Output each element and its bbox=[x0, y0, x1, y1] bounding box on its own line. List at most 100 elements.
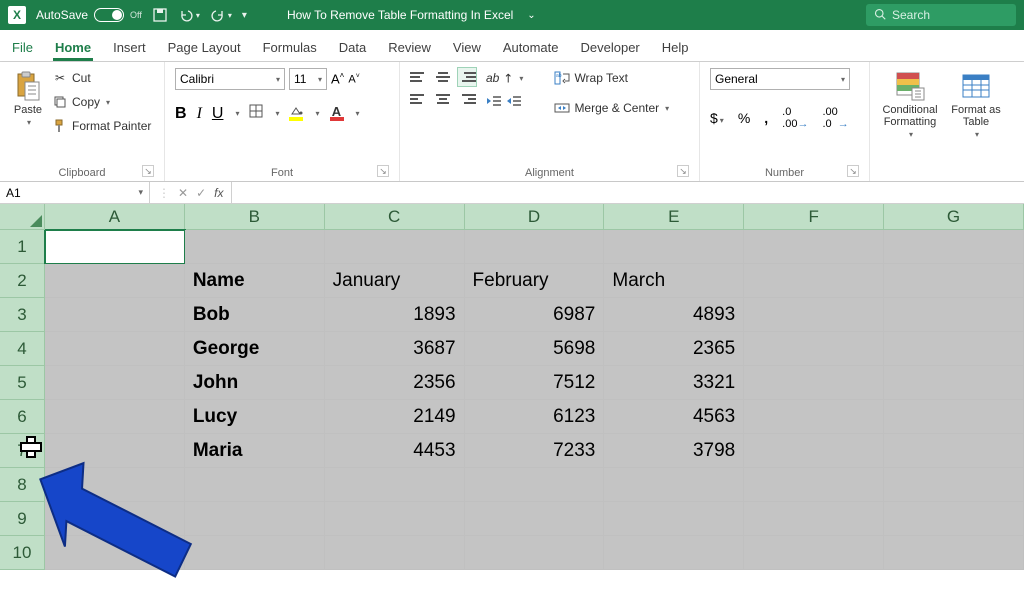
align-center-button[interactable] bbox=[434, 90, 452, 108]
align-bottom-button[interactable] bbox=[458, 68, 476, 86]
cell[interactable] bbox=[884, 366, 1024, 400]
column-header-b[interactable]: B bbox=[185, 204, 325, 230]
cell[interactable]: 3687 bbox=[325, 332, 465, 366]
tab-formulas[interactable]: Formulas bbox=[261, 34, 319, 61]
cell[interactable]: February bbox=[465, 264, 605, 298]
cell[interactable] bbox=[884, 536, 1024, 570]
decrease-decimal-button[interactable]: .00.0→ bbox=[822, 106, 848, 130]
font-size-select[interactable]: 11 ▾ bbox=[289, 68, 327, 90]
title-dropdown-icon[interactable]: ⌄ bbox=[527, 10, 535, 21]
fx-icon[interactable]: fx bbox=[214, 186, 223, 200]
cell[interactable] bbox=[604, 536, 744, 570]
paste-button[interactable]: Paste ▾ bbox=[10, 68, 46, 129]
cell[interactable]: 7512 bbox=[465, 366, 605, 400]
row-header-6[interactable]: 6 bbox=[0, 400, 45, 434]
undo-icon[interactable]: ▾ bbox=[178, 7, 200, 23]
tab-automate[interactable]: Automate bbox=[501, 34, 561, 61]
name-box[interactable]: A1 ▾ bbox=[0, 182, 150, 203]
align-middle-button[interactable] bbox=[434, 68, 452, 86]
enter-formula-button[interactable]: ✓ bbox=[196, 186, 206, 200]
align-top-button[interactable] bbox=[410, 68, 428, 86]
row-header-10[interactable]: 10 bbox=[0, 536, 45, 570]
search-box[interactable]: Search bbox=[866, 4, 1016, 26]
number-format-select[interactable]: General ▾ bbox=[710, 68, 850, 90]
clipboard-launcher-icon[interactable]: ↘ bbox=[142, 165, 154, 177]
column-header-a[interactable]: A bbox=[45, 204, 185, 230]
percent-format-button[interactable]: % bbox=[738, 110, 750, 126]
column-header-f[interactable]: F bbox=[744, 204, 884, 230]
increase-font-icon[interactable]: A˄ bbox=[331, 71, 344, 86]
cell[interactable] bbox=[884, 298, 1024, 332]
formula-input[interactable] bbox=[232, 182, 1024, 203]
cell[interactable] bbox=[45, 298, 185, 332]
cell[interactable] bbox=[884, 332, 1024, 366]
tab-page-layout[interactable]: Page Layout bbox=[166, 34, 243, 61]
copy-button[interactable]: Copy ▾ bbox=[52, 92, 151, 112]
accounting-format-button[interactable]: $▾ bbox=[710, 110, 724, 126]
cell[interactable]: John bbox=[185, 366, 325, 400]
font-launcher-icon[interactable]: ↘ bbox=[377, 165, 389, 177]
cell-a1[interactable] bbox=[45, 230, 185, 264]
borders-button[interactable] bbox=[249, 104, 263, 123]
column-header-c[interactable]: C bbox=[325, 204, 465, 230]
cell[interactable] bbox=[45, 366, 185, 400]
cell[interactable]: Lucy bbox=[185, 400, 325, 434]
tab-developer[interactable]: Developer bbox=[579, 34, 642, 61]
number-launcher-icon[interactable]: ↘ bbox=[847, 165, 859, 177]
conditional-formatting-button[interactable]: Conditional Formatting ▾ bbox=[880, 68, 940, 141]
tab-home[interactable]: Home bbox=[53, 34, 93, 61]
cut-button[interactable]: ✂ Cut bbox=[52, 68, 151, 88]
cell[interactable]: Maria bbox=[185, 434, 325, 468]
chevron-down-icon[interactable]: ▾ bbox=[356, 109, 360, 118]
font-name-select[interactable]: Calibri ▾ bbox=[175, 68, 285, 90]
cell[interactable] bbox=[744, 366, 884, 400]
cell[interactable]: March bbox=[604, 264, 744, 298]
cell[interactable] bbox=[884, 468, 1024, 502]
cell[interactable] bbox=[325, 230, 465, 264]
column-header-e[interactable]: E bbox=[604, 204, 744, 230]
cell[interactable]: 2149 bbox=[325, 400, 465, 434]
cell[interactable] bbox=[185, 230, 325, 264]
cell[interactable] bbox=[884, 230, 1024, 264]
chevron-down-icon[interactable]: ▾ bbox=[275, 109, 279, 118]
cell[interactable] bbox=[465, 502, 605, 536]
cell[interactable]: 1893 bbox=[325, 298, 465, 332]
bold-button[interactable]: B bbox=[175, 105, 187, 123]
tab-data[interactable]: Data bbox=[337, 34, 368, 61]
underline-button[interactable]: U bbox=[212, 105, 224, 123]
cell[interactable] bbox=[45, 264, 185, 298]
cell[interactable] bbox=[325, 536, 465, 570]
cell[interactable] bbox=[325, 468, 465, 502]
cell[interactable] bbox=[465, 536, 605, 570]
redo-icon[interactable]: ▾ bbox=[210, 7, 232, 23]
alignment-launcher-icon[interactable]: ↘ bbox=[677, 165, 689, 177]
wrap-text-button[interactable]: ab Wrap Text bbox=[554, 68, 669, 88]
cell[interactable] bbox=[325, 502, 465, 536]
cell[interactable]: George bbox=[185, 332, 325, 366]
cancel-formula-button[interactable]: ✕ bbox=[178, 186, 188, 200]
autosave-toggle[interactable]: AutoSave Off bbox=[36, 8, 142, 22]
format-as-table-button[interactable]: Format as Table ▾ bbox=[946, 68, 1006, 141]
cell[interactable] bbox=[744, 434, 884, 468]
cell[interactable] bbox=[45, 536, 185, 570]
chevron-down-icon[interactable]: ▾ bbox=[315, 109, 319, 118]
cell[interactable] bbox=[744, 536, 884, 570]
cell[interactable]: 6123 bbox=[465, 400, 605, 434]
row-header-9[interactable]: 9 bbox=[0, 502, 45, 536]
merge-center-button[interactable]: Merge & Center ▾ bbox=[554, 98, 669, 118]
decrease-indent-button[interactable] bbox=[486, 94, 502, 113]
save-icon[interactable] bbox=[152, 7, 168, 23]
cell[interactable]: 3321 bbox=[604, 366, 744, 400]
cell[interactable] bbox=[185, 502, 325, 536]
cell[interactable] bbox=[604, 502, 744, 536]
align-left-button[interactable] bbox=[410, 90, 428, 108]
cell[interactable] bbox=[884, 502, 1024, 536]
cell[interactable] bbox=[45, 502, 185, 536]
cell[interactable] bbox=[744, 298, 884, 332]
select-all-button[interactable] bbox=[0, 204, 45, 230]
increase-indent-button[interactable] bbox=[506, 94, 522, 113]
cell[interactable]: 5698 bbox=[465, 332, 605, 366]
cell[interactable] bbox=[604, 468, 744, 502]
cell[interactable]: 4453 bbox=[325, 434, 465, 468]
cell[interactable] bbox=[744, 332, 884, 366]
